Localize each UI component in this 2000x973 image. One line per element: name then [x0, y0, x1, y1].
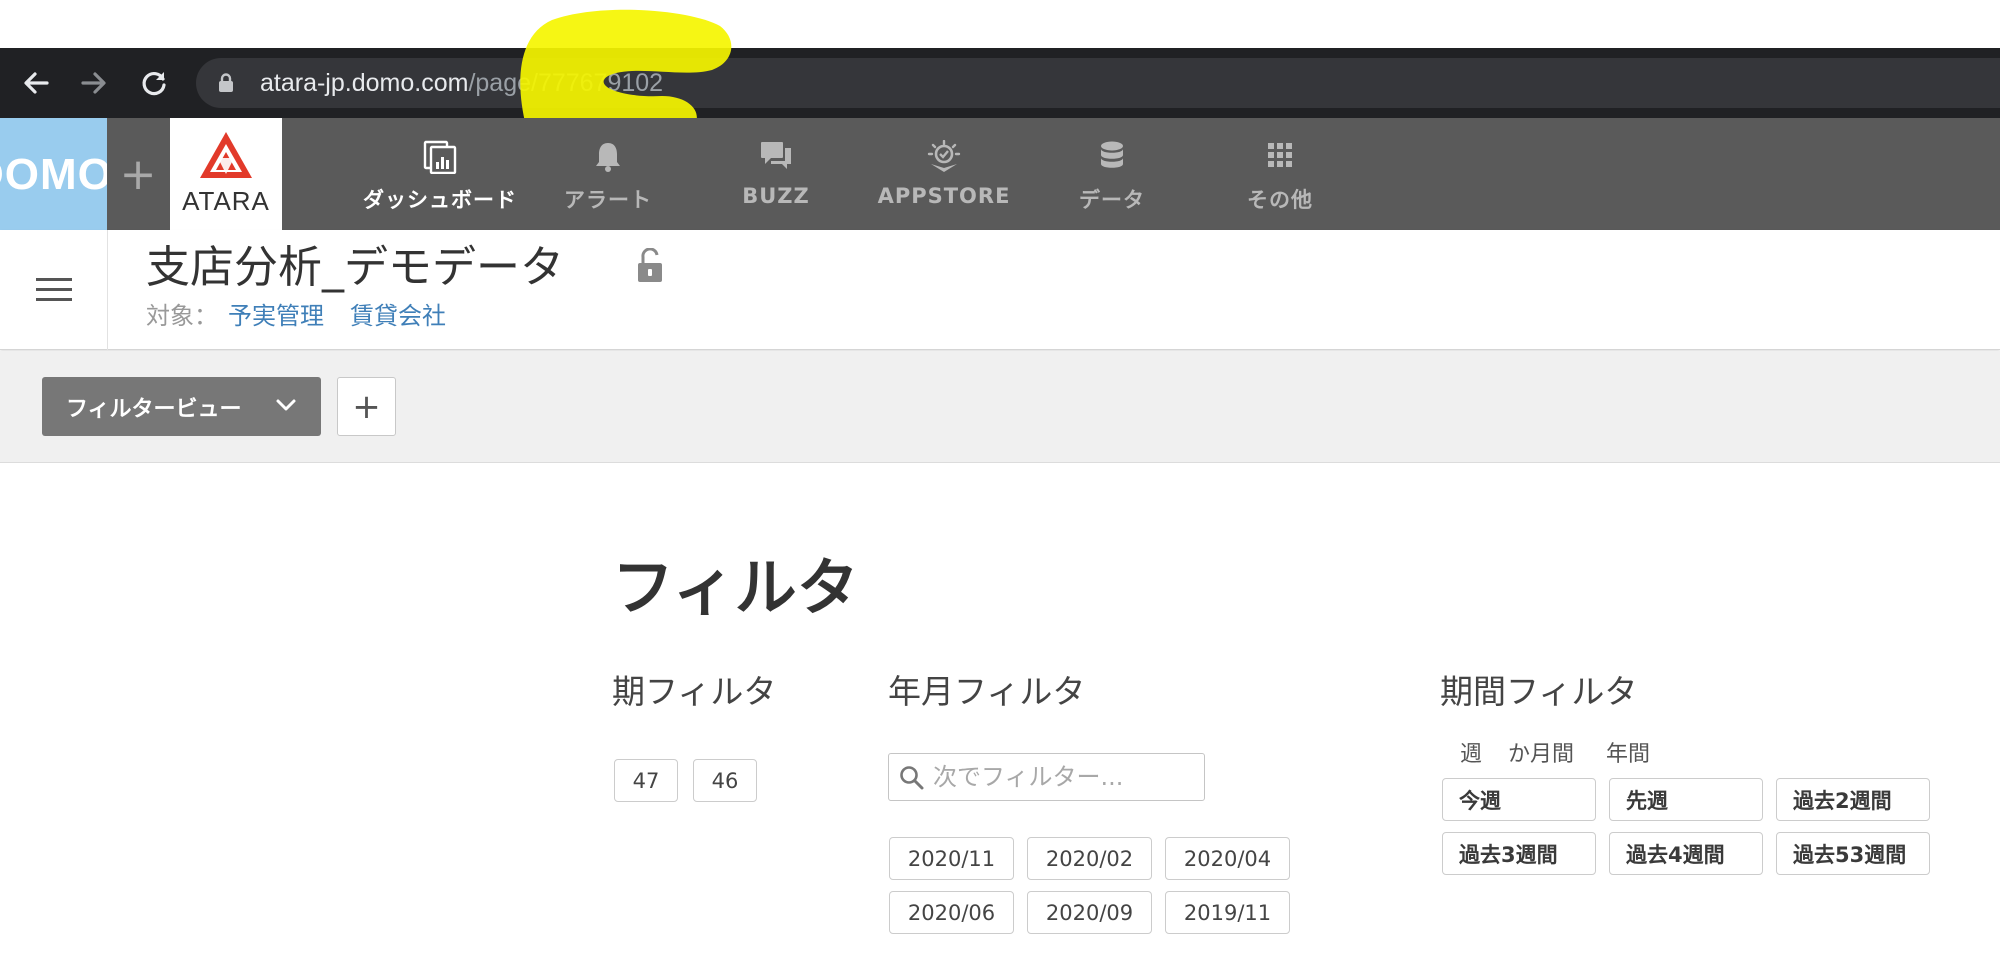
search-icon: [900, 766, 924, 790]
atara-mark-icon: [200, 132, 252, 178]
range-tab-year[interactable]: 年間: [1606, 740, 1650, 770]
arrow-right-icon: [81, 72, 106, 94]
database-icon: [1101, 141, 1123, 168]
address-bar[interactable]: atara-jp.domo.com/page/777679102: [196, 58, 2000, 108]
yearmonth-option[interactable]: 2019/11: [1165, 891, 1290, 934]
browser-toolbar: atara-jp.domo.com/page/777679102: [0, 48, 2000, 118]
dashboard-icon: [423, 140, 457, 174]
range-tab-week[interactable]: 週: [1460, 740, 1482, 770]
filter-heading: フィルタ: [612, 551, 859, 624]
add-filter-view-button[interactable]: +: [337, 377, 396, 436]
reload-icon: [142, 71, 166, 96]
nav-alert[interactable]: アラート: [524, 118, 692, 230]
url-path: /page/777679102: [468, 69, 664, 97]
nav-data-label: データ: [1079, 188, 1145, 212]
chevron-down-icon: [276, 399, 296, 411]
chat-icon: [761, 142, 791, 169]
arrow-left-icon: [24, 72, 49, 94]
period-option[interactable]: 46: [693, 759, 757, 802]
hamburger-icon: [35, 278, 72, 301]
unlock-icon[interactable]: [636, 248, 664, 284]
yearmonth-option[interactable]: 2020/04: [1165, 837, 1290, 880]
target-label: 対象：: [146, 302, 218, 330]
yearmonth-option[interactable]: 2020/09: [1027, 891, 1152, 934]
range-option[interactable]: 先週: [1609, 778, 1763, 821]
period-option[interactable]: 47: [614, 759, 678, 802]
reload-button[interactable]: [132, 61, 176, 105]
back-button[interactable]: [14, 61, 58, 105]
filter-view-button[interactable]: フィルタービュー: [42, 377, 321, 436]
bell-icon: [596, 143, 620, 172]
yearmonth-option[interactable]: 2020/02: [1027, 837, 1152, 880]
grid-icon: [1268, 143, 1292, 167]
nav-dashboard[interactable]: ダッシュボード: [356, 118, 524, 230]
yearmonth-search[interactable]: [888, 753, 1205, 801]
period-filter-title: 期フィルタ: [612, 672, 777, 711]
page-subtitle: 対象： 予実管理 賃貸会社: [146, 300, 446, 332]
range-option[interactable]: 過去4週間: [1609, 832, 1763, 875]
top-margin: [0, 0, 2000, 48]
range-option[interactable]: 過去53週間: [1776, 832, 1930, 875]
url-text: atara-jp.domo.com/page/777679102: [260, 68, 663, 98]
url-host: atara-jp.domo.com: [260, 69, 469, 97]
domo-logo[interactable]: DOMO: [0, 118, 107, 230]
filter-view-bar: フィルタービュー +: [0, 351, 2000, 463]
yearmonth-search-input[interactable]: [933, 760, 1193, 794]
yearmonth-option[interactable]: 2020/11: [889, 837, 1014, 880]
range-option[interactable]: 過去2週間: [1776, 778, 1930, 821]
forward-button[interactable]: [72, 61, 116, 105]
page-title-bar: 支店分析_デモデータ 対象： 予実管理 賃貸会社: [0, 230, 2000, 350]
yearmonth-option[interactable]: 2020/06: [889, 891, 1014, 934]
lock-icon: [219, 73, 233, 92]
nav-alert-label: アラート: [564, 188, 652, 212]
add-button[interactable]: +: [107, 118, 169, 230]
link-rental[interactable]: 賃貸会社: [350, 302, 446, 330]
range-option[interactable]: 今週: [1442, 778, 1596, 821]
menu-button[interactable]: [0, 230, 108, 350]
link-budget[interactable]: 予実管理: [228, 302, 324, 330]
range-filter-title: 期間フィルタ: [1440, 672, 1638, 711]
nav-buzz-label: BUZZ: [742, 184, 810, 208]
nav-more-label: その他: [1247, 188, 1313, 212]
range-tab-month[interactable]: か月間: [1508, 740, 1574, 770]
nav-more[interactable]: その他: [1196, 118, 1364, 230]
app-header: DOMO + ATARA ダッシュボード: [0, 118, 2000, 230]
nav-dashboard-label: ダッシュボード: [363, 188, 517, 212]
range-option[interactable]: 過去3週間: [1442, 832, 1596, 875]
yearmonth-filter-title: 年月フィルタ: [888, 672, 1086, 711]
atara-logo-text: ATARA: [182, 186, 270, 216]
nav-appstore-label: APPSTORE: [877, 184, 1011, 208]
appstore-icon: [927, 140, 961, 172]
atara-logo[interactable]: ATARA: [170, 118, 282, 230]
filter-view-label: フィルタービュー: [66, 396, 242, 422]
nav-data[interactable]: データ: [1028, 118, 1196, 230]
page-title: 支店分析_デモデータ: [146, 242, 564, 293]
nav-appstore[interactable]: APPSTORE: [860, 118, 1028, 230]
nav-buzz[interactable]: BUZZ: [692, 118, 860, 230]
